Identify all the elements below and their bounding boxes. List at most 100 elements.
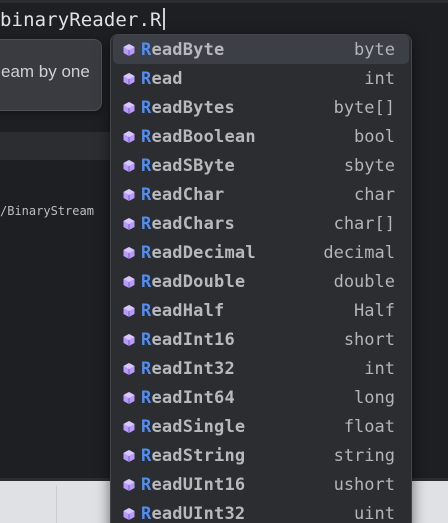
completion-match-prefix: R [141,474,152,495]
completion-match-prefix: R [141,445,152,466]
completion-item[interactable]: ReadBytes byte[] [111,93,411,122]
completion-name-rest: eadUInt32 [151,503,246,523]
method-icon [121,361,137,377]
completion-item-name: Read [141,69,183,89]
completion-match-prefix: R [141,300,152,321]
completion-item-name: ReadInt32 [141,359,235,379]
completion-item[interactable]: ReadByte byte [113,35,409,64]
completion-item-type: Half [354,300,395,321]
completion-item-type: double [333,271,395,292]
method-icon [121,158,137,174]
completion-item-type: short [343,329,395,350]
completion-name-rest: eadHalf [151,300,225,321]
completion-name-rest: eadByte [151,39,225,60]
completion-item-name: ReadInt64 [141,388,235,408]
completion-name-rest: eadDouble [151,271,246,292]
completion-item-name: ReadBytes [141,98,235,118]
completion-item-type: ushort [333,474,395,495]
method-icon [121,390,137,406]
completion-item-type: uint [354,503,395,523]
code-text: binaryReader.R [0,9,162,31]
completion-item-type: char[] [333,213,395,234]
completion-item[interactable]: ReadInt32 int [111,354,411,383]
completion-item-name: ReadInt16 [141,330,235,350]
completion-match-prefix: R [141,184,152,205]
code-completion-popup[interactable]: ReadByte byte Read int ReadBytes byte[] ReadBo… [110,34,412,523]
completion-match-prefix: R [141,271,152,292]
completion-item-type: long [354,387,395,408]
method-icon [121,303,137,319]
completion-item[interactable]: ReadString string [111,441,411,470]
completion-match-prefix: R [141,39,152,60]
documentation-tooltip: eam by one [0,39,102,111]
method-icon [121,506,137,522]
completion-name-rest: eadSByte [151,155,235,176]
completion-item-name: ReadUInt16 [141,475,245,495]
text-caret [162,8,165,30]
completion-name-rest: eadUInt16 [151,474,246,495]
completion-item-type: char [354,184,395,205]
code-line[interactable]: binaryReader.R [0,6,448,34]
completion-match-prefix: R [141,68,152,89]
completion-item[interactable]: ReadSingle float [111,412,411,441]
completion-match-prefix: R [141,387,152,408]
panel-divider-tick [56,486,57,523]
completion-name-rest: eadSingle [151,416,246,437]
completion-item-name: ReadByte [141,40,224,60]
completion-item-type: int [364,358,395,379]
method-icon [121,419,137,435]
method-icon [121,216,137,232]
completion-match-prefix: R [141,503,152,523]
completion-name-rest: eadInt32 [151,358,235,379]
completion-item-name: ReadChars [141,214,235,234]
completion-name-rest: eadInt16 [151,329,235,350]
completion-match-prefix: R [141,242,152,263]
completion-match-prefix: R [141,416,152,437]
completion-item-name: ReadSingle [141,417,245,437]
completion-item-type: byte [354,39,395,60]
method-icon [121,42,137,58]
completion-item-name: ReadUInt32 [141,504,245,523]
completion-item[interactable]: ReadUInt16 ushort [111,470,411,499]
method-icon [121,274,137,290]
completion-item[interactable]: ReadDouble double [111,267,411,296]
completion-list[interactable]: ReadByte byte Read int ReadBytes byte[] ReadBo… [111,35,411,523]
completion-match-prefix: R [141,213,152,234]
completion-item[interactable]: ReadUInt32 uint [111,499,411,523]
completion-item-type: bool [354,126,395,147]
completion-item[interactable]: ReadSByte sbyte [111,151,411,180]
completion-name-rest: ead [151,68,183,89]
completion-item-type: int [364,68,395,89]
completion-item[interactable]: Read int [111,64,411,93]
completion-item[interactable]: ReadInt16 short [111,325,411,354]
editor-top-strip [0,0,448,3]
method-icon [121,129,137,145]
completion-match-prefix: R [141,358,152,379]
method-icon [121,245,137,261]
completion-name-rest: eadBoolean [151,126,256,147]
completion-item[interactable]: ReadInt64 long [111,383,411,412]
completion-item-name: ReadHalf [141,301,224,321]
completion-name-rest: eadString [151,445,246,466]
completion-name-rest: eadBytes [151,97,235,118]
completion-match-prefix: R [141,97,152,118]
completion-match-prefix: R [141,155,152,176]
method-icon [121,477,137,493]
completion-name-rest: eadChars [151,213,235,234]
completion-item-type: byte[] [333,97,395,118]
completion-name-rest: eadInt64 [151,387,235,408]
method-icon [121,71,137,87]
completion-item[interactable]: ReadDecimal decimal [111,238,411,267]
editor-gutter-band [0,132,110,160]
completion-name-rest: eadChar [151,184,225,205]
completion-item-name: ReadDecimal [141,243,256,263]
completion-item[interactable]: ReadBoolean bool [111,122,411,151]
completion-item-name: ReadChar [141,185,224,205]
method-icon [121,448,137,464]
completion-item[interactable]: ReadHalf Half [111,296,411,325]
completion-item-name: ReadSByte [141,156,235,176]
method-icon [121,100,137,116]
completion-item[interactable]: ReadChar char [111,180,411,209]
completion-item-name: ReadBoolean [141,127,256,147]
completion-item[interactable]: ReadChars char[] [111,209,411,238]
